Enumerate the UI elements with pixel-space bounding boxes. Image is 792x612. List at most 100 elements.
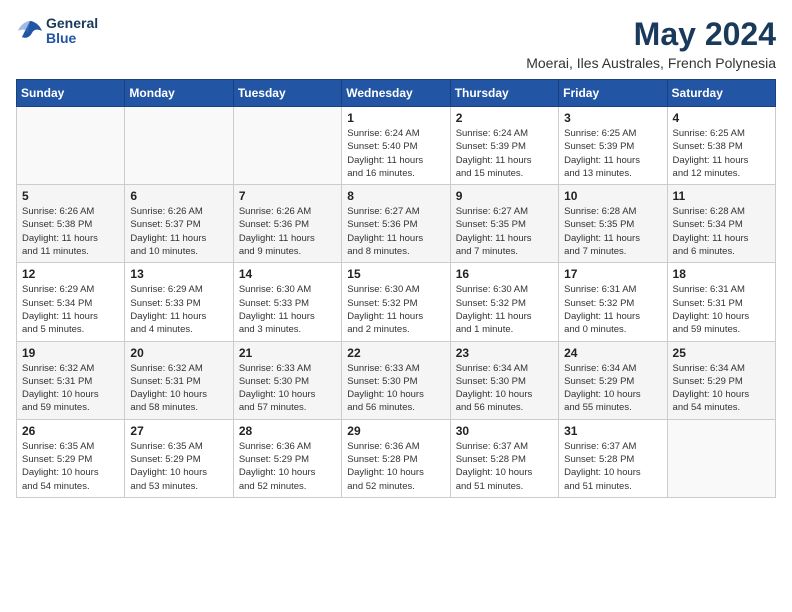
calendar-cell: 5 Sunrise: 6:26 AM Sunset: 5:38 PM Daylig… — [17, 185, 125, 263]
day-info: Sunrise: 6:25 AM Sunset: 5:38 PM Dayligh… — [673, 127, 770, 180]
day-info: Sunrise: 6:27 AM Sunset: 5:36 PM Dayligh… — [347, 205, 444, 258]
day-number: 27 — [130, 424, 227, 438]
weekday-header-friday: Friday — [559, 80, 667, 107]
calendar-cell: 19 Sunrise: 6:32 AM Sunset: 5:31 PM Dayli… — [17, 341, 125, 419]
calendar-cell: 23 Sunrise: 6:34 AM Sunset: 5:30 PM Dayli… — [450, 341, 558, 419]
day-info: Sunrise: 6:28 AM Sunset: 5:35 PM Dayligh… — [564, 205, 661, 258]
calendar-cell: 13 Sunrise: 6:29 AM Sunset: 5:33 PM Dayli… — [125, 263, 233, 341]
day-number: 26 — [22, 424, 119, 438]
day-info: Sunrise: 6:29 AM Sunset: 5:34 PM Dayligh… — [22, 283, 119, 336]
calendar-table: SundayMondayTuesdayWednesdayThursdayFrid… — [16, 79, 776, 498]
day-number: 24 — [564, 346, 661, 360]
calendar-cell: 18 Sunrise: 6:31 AM Sunset: 5:31 PM Dayli… — [667, 263, 775, 341]
calendar-cell: 15Sunrise: 6:30 AM Sunset: 5:32 PM Dayli… — [342, 263, 450, 341]
day-number: 17 — [564, 267, 661, 281]
calendar-week-1: 1 Sunrise: 6:24 AM Sunset: 5:40 PM Daylig… — [17, 107, 776, 185]
day-info: Sunrise: 6:30 AM Sunset: 5:33 PM Dayligh… — [239, 283, 336, 336]
day-info: Sunrise: 6:26 AM Sunset: 5:38 PM Dayligh… — [22, 205, 119, 258]
day-number: 21 — [239, 346, 336, 360]
calendar-cell: 21 Sunrise: 6:33 AM Sunset: 5:30 PM Dayli… — [233, 341, 341, 419]
day-info: Sunrise: 6:36 AM Sunset: 5:28 PM Dayligh… — [347, 440, 444, 493]
day-info: Sunrise: 6:33 AM Sunset: 5:30 PM Dayligh… — [347, 362, 444, 415]
logo-container: General Blue — [16, 16, 98, 47]
calendar-cell: 2Sunrise: 6:24 AM Sunset: 5:39 PM Daylig… — [450, 107, 558, 185]
location-subtitle: Moerai, Iles Australes, French Polynesia — [526, 55, 776, 71]
day-number: 9 — [456, 189, 553, 203]
calendar-header: SundayMondayTuesdayWednesdayThursdayFrid… — [17, 80, 776, 107]
calendar-cell: 16Sunrise: 6:30 AM Sunset: 5:32 PM Dayli… — [450, 263, 558, 341]
day-info: Sunrise: 6:27 AM Sunset: 5:35 PM Dayligh… — [456, 205, 553, 258]
day-number: 22 — [347, 346, 444, 360]
calendar-cell: 1 Sunrise: 6:24 AM Sunset: 5:40 PM Daylig… — [342, 107, 450, 185]
day-info: Sunrise: 6:32 AM Sunset: 5:31 PM Dayligh… — [22, 362, 119, 415]
day-number: 6 — [130, 189, 227, 203]
calendar-cell — [125, 107, 233, 185]
calendar-cell: 10 Sunrise: 6:28 AM Sunset: 5:35 PM Dayli… — [559, 185, 667, 263]
day-number: 1 — [347, 111, 444, 125]
day-info: Sunrise: 6:28 AM Sunset: 5:34 PM Dayligh… — [673, 205, 770, 258]
calendar-cell — [667, 419, 775, 497]
day-info: Sunrise: 6:33 AM Sunset: 5:30 PM Dayligh… — [239, 362, 336, 415]
title-block: May 2024 Moerai, Iles Australes, French … — [526, 16, 776, 71]
day-number: 12 — [22, 267, 119, 281]
weekday-header-tuesday: Tuesday — [233, 80, 341, 107]
calendar-week-4: 19 Sunrise: 6:32 AM Sunset: 5:31 PM Dayli… — [17, 341, 776, 419]
calendar-cell: 26 Sunrise: 6:35 AM Sunset: 5:29 PM Dayli… — [17, 419, 125, 497]
calendar-cell: 7 Sunrise: 6:26 AM Sunset: 5:36 PM Daylig… — [233, 185, 341, 263]
day-info: Sunrise: 6:29 AM Sunset: 5:33 PM Dayligh… — [130, 283, 227, 336]
day-number: 30 — [456, 424, 553, 438]
weekday-header-saturday: Saturday — [667, 80, 775, 107]
day-number: 5 — [22, 189, 119, 203]
day-number: 4 — [673, 111, 770, 125]
calendar-week-5: 26 Sunrise: 6:35 AM Sunset: 5:29 PM Dayli… — [17, 419, 776, 497]
day-number: 11 — [673, 189, 770, 203]
day-number: 10 — [564, 189, 661, 203]
calendar-cell: 6Sunrise: 6:26 AM Sunset: 5:37 PM Daylig… — [125, 185, 233, 263]
day-info: Sunrise: 6:34 AM Sunset: 5:30 PM Dayligh… — [456, 362, 553, 415]
day-info: Sunrise: 6:25 AM Sunset: 5:39 PM Dayligh… — [564, 127, 661, 180]
day-info: Sunrise: 6:24 AM Sunset: 5:40 PM Dayligh… — [347, 127, 444, 180]
logo-bird-icon — [16, 17, 44, 45]
page-header: General Blue May 2024 Moerai, Iles Austr… — [16, 16, 776, 71]
day-info: Sunrise: 6:30 AM Sunset: 5:32 PM Dayligh… — [347, 283, 444, 336]
day-number: 2 — [456, 111, 553, 125]
day-number: 14 — [239, 267, 336, 281]
month-year-title: May 2024 — [526, 16, 776, 53]
calendar-cell: 30Sunrise: 6:37 AM Sunset: 5:28 PM Dayli… — [450, 419, 558, 497]
day-number: 19 — [22, 346, 119, 360]
day-info: Sunrise: 6:36 AM Sunset: 5:29 PM Dayligh… — [239, 440, 336, 493]
day-info: Sunrise: 6:26 AM Sunset: 5:36 PM Dayligh… — [239, 205, 336, 258]
day-info: Sunrise: 6:30 AM Sunset: 5:32 PM Dayligh… — [456, 283, 553, 336]
calendar-cell: 8 Sunrise: 6:27 AM Sunset: 5:36 PM Daylig… — [342, 185, 450, 263]
weekday-header-wednesday: Wednesday — [342, 80, 450, 107]
calendar-cell: 28 Sunrise: 6:36 AM Sunset: 5:29 PM Dayli… — [233, 419, 341, 497]
day-number: 23 — [456, 346, 553, 360]
weekday-header-thursday: Thursday — [450, 80, 558, 107]
calendar-cell — [17, 107, 125, 185]
day-number: 18 — [673, 267, 770, 281]
day-info: Sunrise: 6:34 AM Sunset: 5:29 PM Dayligh… — [673, 362, 770, 415]
day-info: Sunrise: 6:32 AM Sunset: 5:31 PM Dayligh… — [130, 362, 227, 415]
calendar-week-3: 12 Sunrise: 6:29 AM Sunset: 5:34 PM Dayli… — [17, 263, 776, 341]
day-info: Sunrise: 6:31 AM Sunset: 5:31 PM Dayligh… — [673, 283, 770, 336]
day-number: 7 — [239, 189, 336, 203]
day-number: 25 — [673, 346, 770, 360]
day-number: 13 — [130, 267, 227, 281]
calendar-cell: 27Sunrise: 6:35 AM Sunset: 5:29 PM Dayli… — [125, 419, 233, 497]
calendar-cell: 3Sunrise: 6:25 AM Sunset: 5:39 PM Daylig… — [559, 107, 667, 185]
calendar-cell: 4 Sunrise: 6:25 AM Sunset: 5:38 PM Daylig… — [667, 107, 775, 185]
day-info: Sunrise: 6:35 AM Sunset: 5:29 PM Dayligh… — [22, 440, 119, 493]
day-number: 8 — [347, 189, 444, 203]
day-number: 28 — [239, 424, 336, 438]
calendar-body: 1 Sunrise: 6:24 AM Sunset: 5:40 PM Daylig… — [17, 107, 776, 498]
calendar-cell: 20Sunrise: 6:32 AM Sunset: 5:31 PM Dayli… — [125, 341, 233, 419]
calendar-cell: 22 Sunrise: 6:33 AM Sunset: 5:30 PM Dayli… — [342, 341, 450, 419]
logo: General Blue — [16, 16, 98, 47]
day-info: Sunrise: 6:37 AM Sunset: 5:28 PM Dayligh… — [564, 440, 661, 493]
calendar-cell: 25 Sunrise: 6:34 AM Sunset: 5:29 PM Dayli… — [667, 341, 775, 419]
calendar-cell: 29 Sunrise: 6:36 AM Sunset: 5:28 PM Dayli… — [342, 419, 450, 497]
calendar-cell — [233, 107, 341, 185]
day-number: 29 — [347, 424, 444, 438]
calendar-cell: 11 Sunrise: 6:28 AM Sunset: 5:34 PM Dayli… — [667, 185, 775, 263]
day-info: Sunrise: 6:34 AM Sunset: 5:29 PM Dayligh… — [564, 362, 661, 415]
